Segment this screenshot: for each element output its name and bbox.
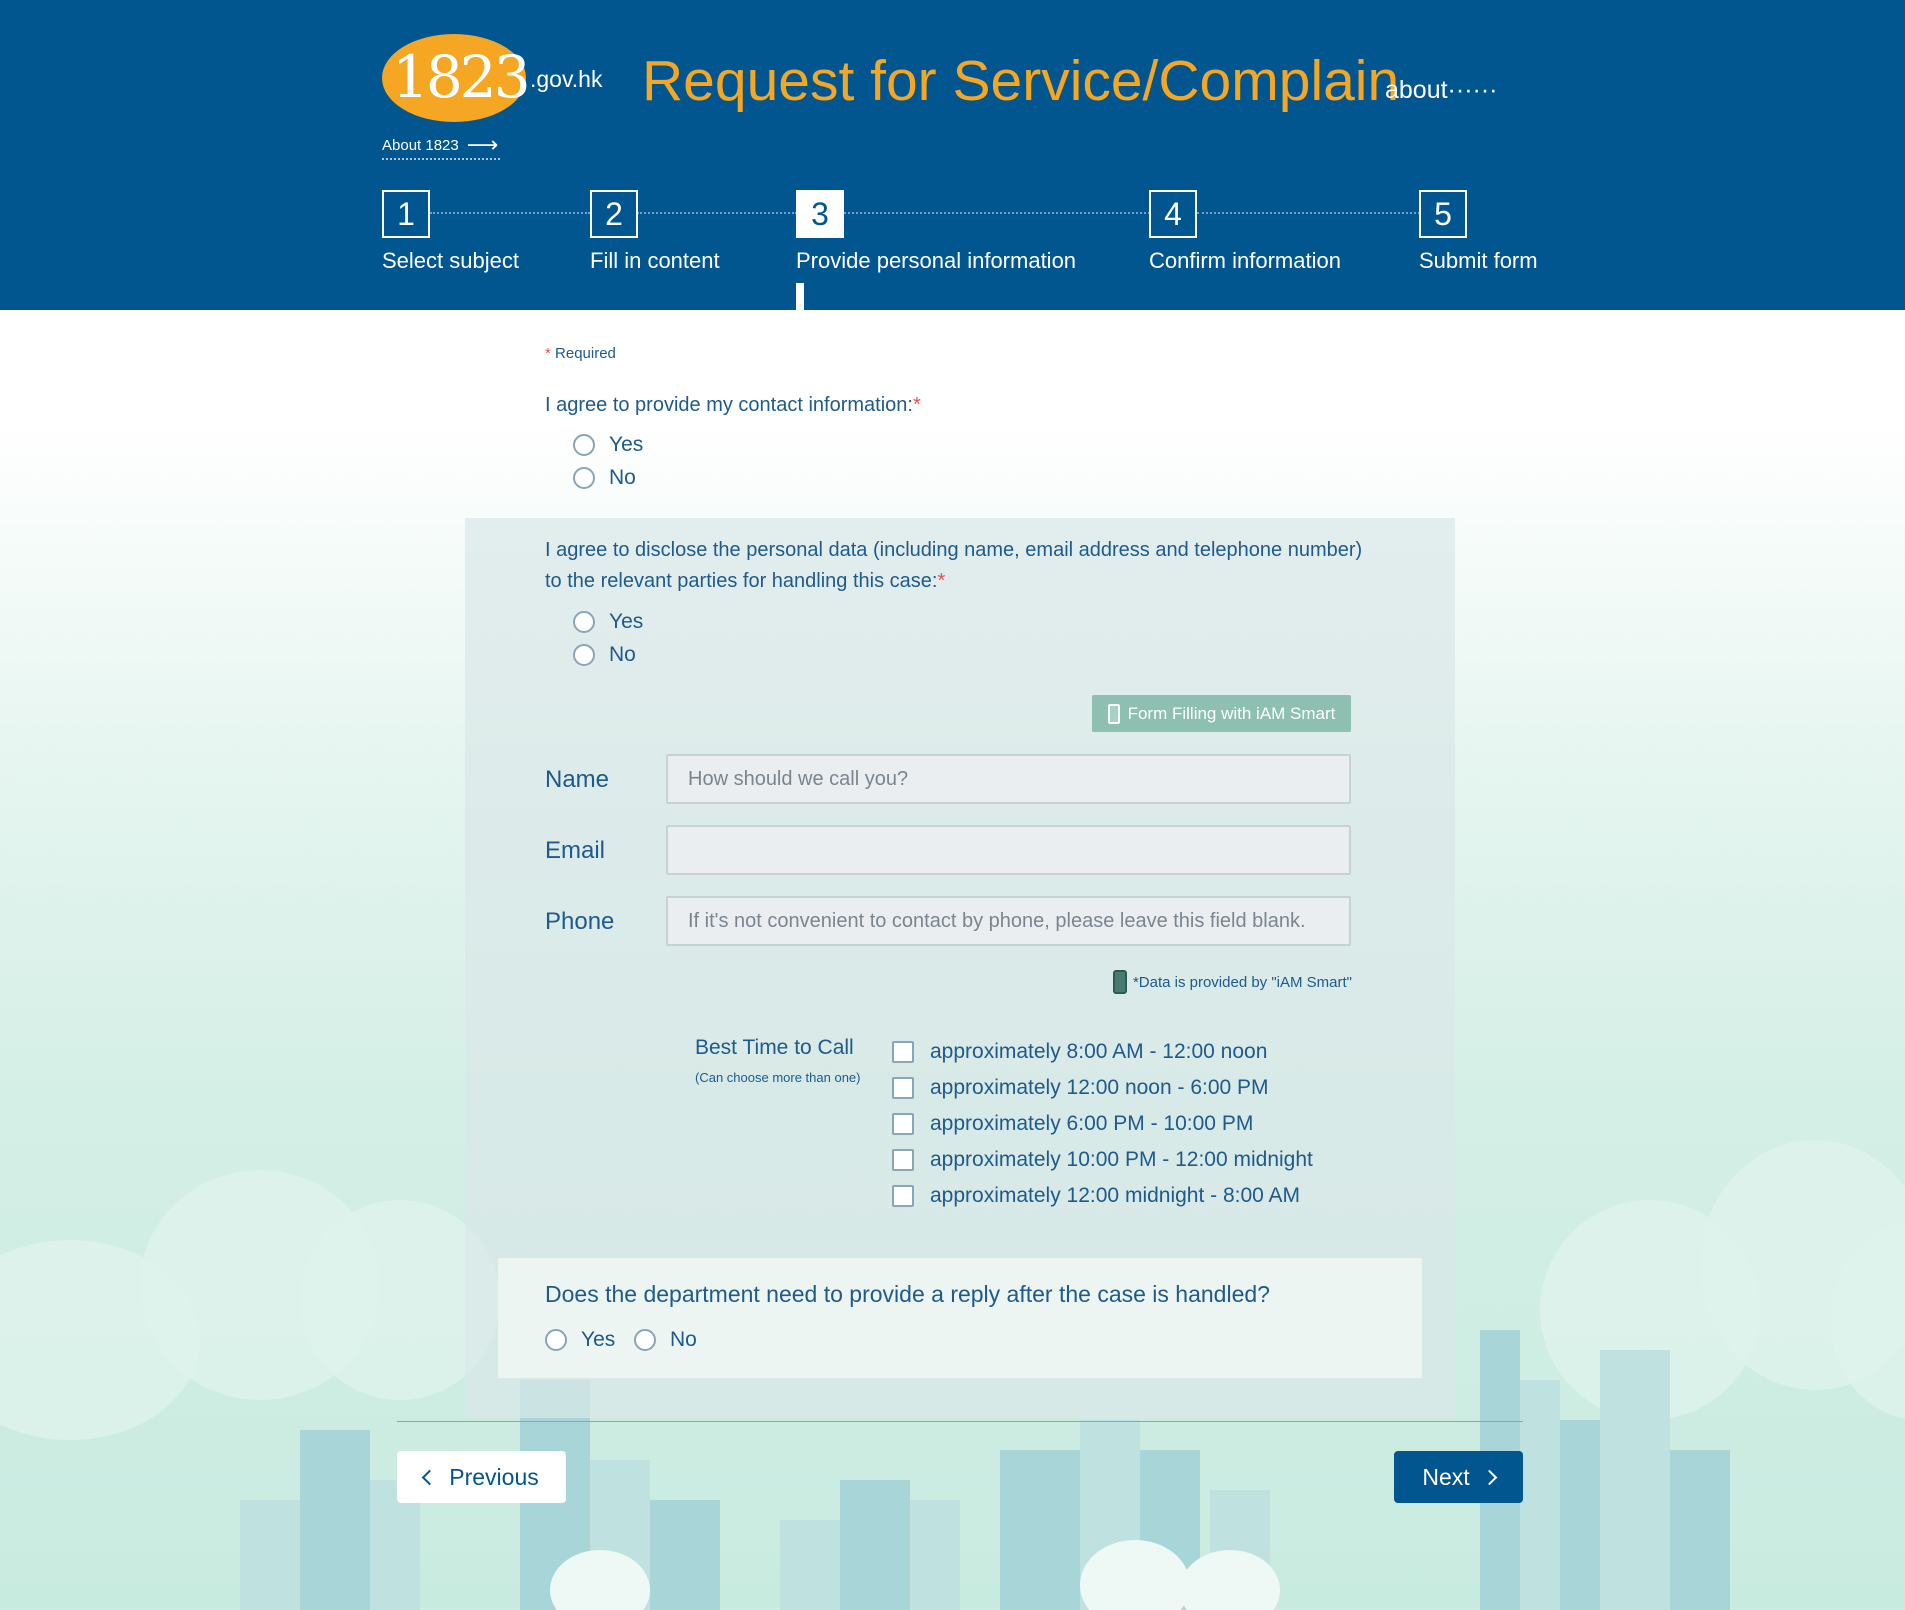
next-label: Next xyxy=(1422,1463,1470,1490)
time-option-5[interactable]: approximately 12:00 midnight - 8:00 AM xyxy=(892,1184,1300,1208)
disclose-consent-question: I agree to disclose the personal data (i… xyxy=(545,535,1362,597)
disclose-consent-line1: I agree to disclose the personal data (i… xyxy=(545,539,1363,561)
data-note-text: *Data is provided by "iAM Smart" xyxy=(1132,973,1352,991)
email-label: Email xyxy=(545,837,606,864)
time-option-label: approximately 10:00 PM - 12:00 midnight xyxy=(930,1148,1313,1171)
name-label: Name xyxy=(545,766,610,793)
step-connector xyxy=(844,212,1150,214)
step-number: 5 xyxy=(1419,190,1467,238)
step-5: 5 Submit form xyxy=(1419,190,1538,273)
step-label: Select subject xyxy=(382,248,519,273)
checkbox[interactable] xyxy=(892,1149,914,1171)
required-marker: * xyxy=(937,570,946,592)
divider xyxy=(397,1421,1523,1422)
time-option-4[interactable]: approximately 10:00 PM - 12:00 midnight xyxy=(892,1148,1313,1172)
next-button[interactable]: Next xyxy=(1394,1451,1523,1503)
contact-consent-no[interactable]: No xyxy=(573,466,636,490)
radio-button[interactable] xyxy=(573,467,595,489)
disclose-consent-no[interactable]: No xyxy=(573,643,636,667)
step-connector xyxy=(430,212,590,214)
mobile-phone-icon xyxy=(1107,703,1120,724)
radio-button[interactable] xyxy=(545,1329,567,1351)
step-label: Submit form xyxy=(1419,248,1538,273)
chevron-left-icon xyxy=(421,1469,438,1485)
radio-label: No xyxy=(670,1328,697,1351)
checkbox[interactable] xyxy=(892,1077,914,1099)
contact-consent-text: I agree to provide my contact informatio… xyxy=(545,394,913,416)
phone-field[interactable] xyxy=(666,896,1351,946)
step-number: 4 xyxy=(1149,190,1197,238)
time-option-label: approximately 12:00 noon - 6:00 PM xyxy=(930,1076,1269,1099)
step-number: 2 xyxy=(590,190,638,238)
iam-smart-data-note: *Data is provided by "iAM Smart" xyxy=(1092,970,1352,994)
step-connector xyxy=(637,212,797,214)
required-marker: * xyxy=(912,394,921,416)
time-option-label: approximately 6:00 PM - 10:00 PM xyxy=(930,1112,1254,1135)
radio-label: No xyxy=(609,643,636,666)
radio-button[interactable] xyxy=(634,1329,656,1351)
mobile-phone-icon xyxy=(1112,970,1127,994)
checkbox[interactable] xyxy=(892,1113,914,1135)
reply-question-box: Does the department need to provide a re… xyxy=(498,1258,1422,1378)
radio-button[interactable] xyxy=(573,611,595,633)
active-step-indicator xyxy=(796,283,804,310)
step-3: 3 Provide personal information xyxy=(796,190,1076,273)
previous-button[interactable]: Previous xyxy=(397,1451,566,1503)
radio-button[interactable] xyxy=(573,434,595,456)
iam-smart-fill-button[interactable]: Form Filling with iAM Smart xyxy=(1092,695,1351,732)
radio-label: No xyxy=(609,466,636,489)
disclose-consent-line2: to the relevant parties for handling thi… xyxy=(545,570,938,592)
best-time-label: Best Time to Call xyxy=(695,1036,854,1059)
contact-consent-yes[interactable]: Yes xyxy=(573,433,643,457)
step-number: 1 xyxy=(382,190,430,238)
radio-label: Yes xyxy=(581,1328,616,1351)
site-header: 1823 .gov.hk About 1823 ⟶ Request for Se… xyxy=(0,0,1905,310)
iam-smart-label: Form Filling with iAM Smart xyxy=(1127,703,1336,723)
required-note-text: Required xyxy=(555,345,616,362)
email-field[interactable] xyxy=(666,825,1351,875)
step-2: 2 Fill in content xyxy=(590,190,720,273)
time-option-2[interactable]: approximately 12:00 noon - 6:00 PM xyxy=(892,1076,1269,1100)
step-4: 4 Confirm information xyxy=(1149,190,1341,273)
required-note: * Required xyxy=(545,345,616,362)
progress-steps: 1 Select subject 2 Fill in content 3 Pro… xyxy=(0,0,1905,310)
checkbox[interactable] xyxy=(892,1185,914,1207)
reply-yes[interactable]: Yes xyxy=(545,1328,615,1352)
chevron-right-icon xyxy=(1481,1469,1497,1485)
checkbox[interactable] xyxy=(892,1041,914,1063)
reply-no[interactable]: No xyxy=(634,1328,697,1352)
required-marker: * xyxy=(545,345,551,362)
step-number: 3 xyxy=(796,190,844,238)
best-time-hint: (Can choose more than one) xyxy=(695,1070,861,1085)
step-label: Confirm information xyxy=(1149,248,1341,273)
time-option-3[interactable]: approximately 6:00 PM - 10:00 PM xyxy=(892,1112,1253,1136)
radio-label: Yes xyxy=(609,433,644,456)
radio-label: Yes xyxy=(609,610,644,633)
name-field[interactable] xyxy=(666,754,1351,804)
previous-label: Previous xyxy=(449,1463,539,1490)
phone-label: Phone xyxy=(545,908,615,935)
contact-consent-question: I agree to provide my contact informatio… xyxy=(545,390,921,421)
step-label: Provide personal information xyxy=(796,248,1077,273)
disclose-consent-yes[interactable]: Yes xyxy=(573,610,643,634)
radio-button[interactable] xyxy=(573,644,595,666)
step-connector xyxy=(1197,212,1420,214)
time-option-label: approximately 8:00 AM - 12:00 noon xyxy=(930,1040,1268,1063)
step-label: Fill in content xyxy=(590,248,720,273)
step-1: 1 Select subject xyxy=(382,190,519,273)
time-option-label: approximately 12:00 midnight - 8:00 AM xyxy=(930,1184,1301,1207)
reply-question: Does the department need to provide a re… xyxy=(545,1281,1270,1307)
time-option-1[interactable]: approximately 8:00 AM - 12:00 noon xyxy=(892,1040,1267,1064)
